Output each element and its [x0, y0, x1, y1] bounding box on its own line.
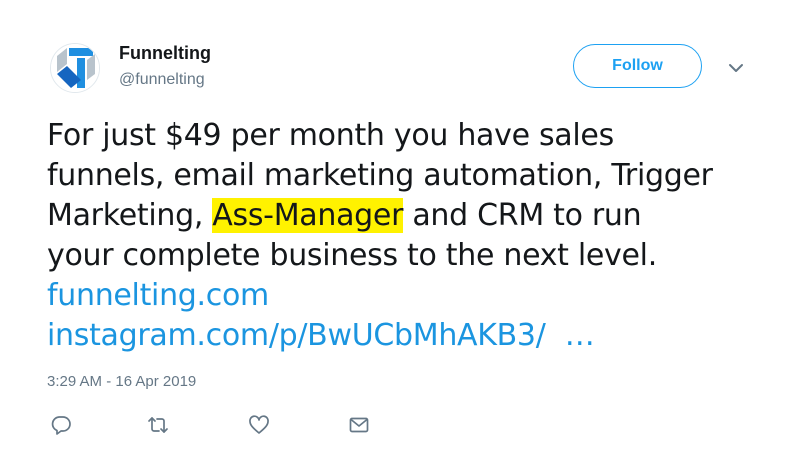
- tweet-text: For just $49 per month you have sales fu…: [47, 116, 767, 356]
- user-handle[interactable]: @funnelting: [119, 69, 205, 91]
- tweet-timestamp[interactable]: 3:29 AM - 16 Apr 2019: [47, 372, 196, 392]
- follow-button[interactable]: Follow: [573, 44, 702, 88]
- tweet-text-line: For just $49 per month you have sales: [47, 118, 614, 153]
- tweet-link[interactable]: funnelting.com: [47, 276, 767, 316]
- tweet-card: Funnelting @funnelting Follow For just $…: [0, 0, 793, 461]
- tweet-text-line: funnels, email marketing automation, Tri…: [47, 158, 713, 193]
- avatar[interactable]: [50, 43, 100, 93]
- chevron-down-icon[interactable]: [726, 60, 746, 76]
- funnelting-logo-icon: [51, 44, 99, 92]
- ellipsis-link[interactable]: …: [556, 318, 595, 353]
- tweet-text-segment: and CRM to run: [403, 198, 642, 233]
- heart-icon[interactable]: [248, 414, 270, 436]
- reply-icon[interactable]: [50, 414, 72, 436]
- tweet-link[interactable]: instagram.com/p/BwUCbMhAKB3/: [47, 318, 546, 353]
- tweet-text-segment: Marketing,: [47, 198, 213, 233]
- tweet-text-line: Marketing, Ass-Manager and CRM to run: [47, 196, 767, 236]
- retweet-icon[interactable]: [147, 414, 169, 436]
- tweet-text-line: your complete business to the next level…: [47, 238, 657, 273]
- highlighted-text: Ass-Manager: [212, 198, 404, 233]
- display-name[interactable]: Funnelting: [119, 41, 211, 65]
- envelope-icon[interactable]: [348, 414, 370, 436]
- tweet-link-line: instagram.com/p/BwUCbMhAKB3/ …: [47, 316, 767, 356]
